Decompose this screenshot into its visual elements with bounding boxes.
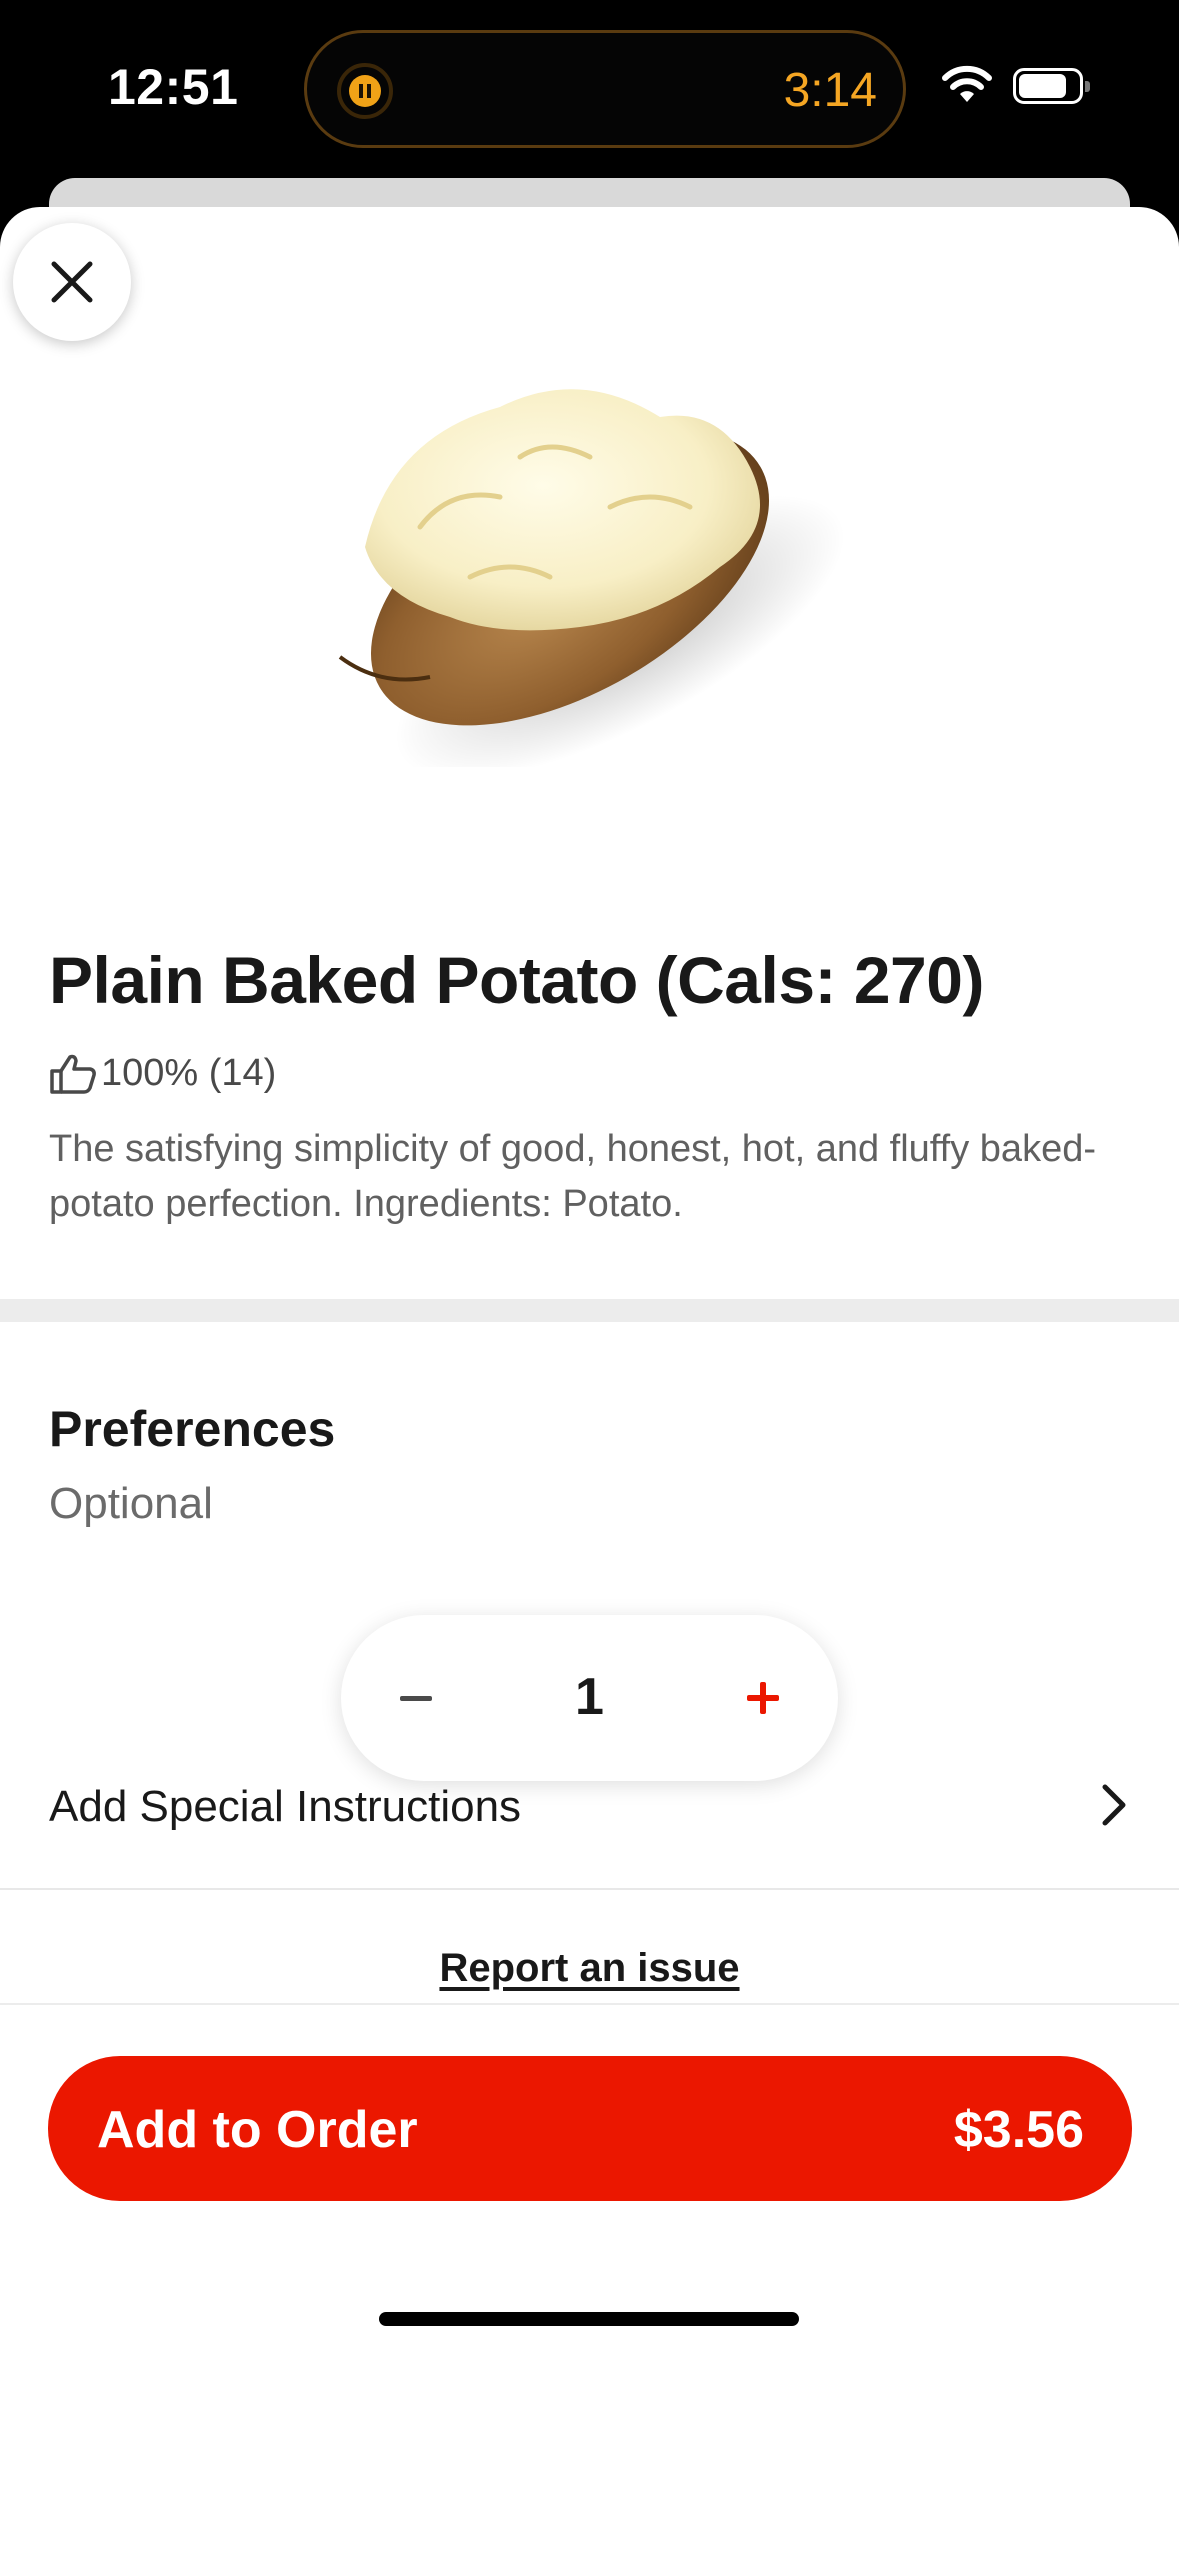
- footer-divider: [0, 2003, 1179, 2005]
- report-issue-link[interactable]: Report an issue: [0, 1946, 1179, 1991]
- pause-icon: [337, 63, 393, 119]
- add-to-order-button[interactable]: Add to Order $3.56: [48, 2056, 1132, 2201]
- status-time: 12:51: [108, 59, 239, 115]
- close-button[interactable]: [13, 223, 131, 341]
- section-divider: [0, 1299, 1179, 1322]
- item-rating: 100% (14): [49, 1052, 276, 1095]
- wifi-icon: [942, 65, 992, 102]
- add-to-order-label: Add to Order: [97, 2101, 418, 2159]
- item-title: Plain Baked Potato (Cals: 270): [49, 943, 984, 1017]
- thumbs-up-icon: [50, 1054, 96, 1094]
- quantity-stepper: 1: [341, 1615, 838, 1781]
- increase-quantity-button[interactable]: [738, 1673, 788, 1723]
- chevron-right-icon: [1102, 1784, 1126, 1826]
- rating-text: 100% (14): [101, 1052, 277, 1094]
- battery-icon: [1013, 68, 1090, 104]
- preferences-optional-label: Optional: [49, 1479, 213, 1528]
- item-description: The satisfying simplicity of good, hones…: [49, 1128, 1096, 1225]
- close-icon: [51, 261, 93, 303]
- item-detail-sheet: Plain Baked Potato (Cals: 270) 100% (14)…: [0, 207, 1179, 2556]
- order-price: $3.56: [953, 2101, 1084, 2159]
- special-instructions-label: Add Special Instructions: [49, 1782, 522, 1831]
- home-indicator[interactable]: [379, 2312, 799, 2326]
- status-bar: 12:51 3:14: [0, 0, 1179, 180]
- dynamic-island[interactable]: 3:14: [304, 30, 906, 148]
- preferences-title: Preferences: [49, 1401, 336, 1457]
- baked-potato-image: [338, 389, 845, 767]
- timer-text: 3:14: [783, 64, 877, 117]
